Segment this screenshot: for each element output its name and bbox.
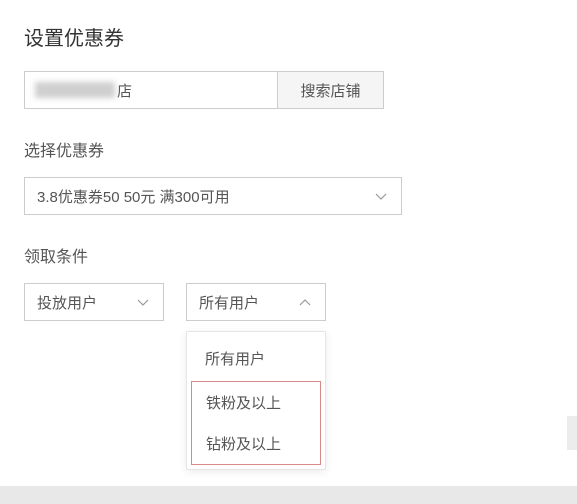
shop-suffix: 店 [117,80,132,101]
blurred-value [35,82,115,98]
dropdown-option-diamond[interactable]: 钻粉及以上 [192,423,320,464]
coupon-select-text: 3.8优惠券50 50元 满300可用 [37,186,230,207]
footer-bar [0,486,577,504]
page-title: 设置优惠券 [24,22,553,51]
shop-search-input[interactable]: 店 [24,71,278,109]
user-scope-dropdown: 所有用户 铁粉及以上 钻粉及以上 [186,331,326,470]
search-row: 店 搜索店铺 [24,71,553,109]
chevron-down-icon [373,188,389,204]
user-scope-select[interactable]: 所有用户 [186,283,326,321]
user-scope-text: 所有用户 [199,292,259,313]
condition-section-label: 领取条件 [24,243,553,267]
coupon-section-label: 选择优惠券 [24,137,553,161]
chevron-up-icon [297,294,313,310]
chevron-down-icon [135,294,151,310]
search-shop-button[interactable]: 搜索店铺 [278,71,384,109]
target-user-select[interactable]: 投放用户 [24,283,164,321]
dropdown-highlight-box: 铁粉及以上 钻粉及以上 [191,381,321,465]
dropdown-option-iron[interactable]: 铁粉及以上 [192,382,320,423]
dropdown-option-all[interactable]: 所有用户 [187,336,325,381]
condition-row: 投放用户 所有用户 所有用户 铁粉及以上 钻粉及以上 [24,283,553,321]
side-mark [567,416,577,450]
target-user-text: 投放用户 [37,292,97,313]
coupon-select[interactable]: 3.8优惠券50 50元 满300可用 [24,177,402,215]
